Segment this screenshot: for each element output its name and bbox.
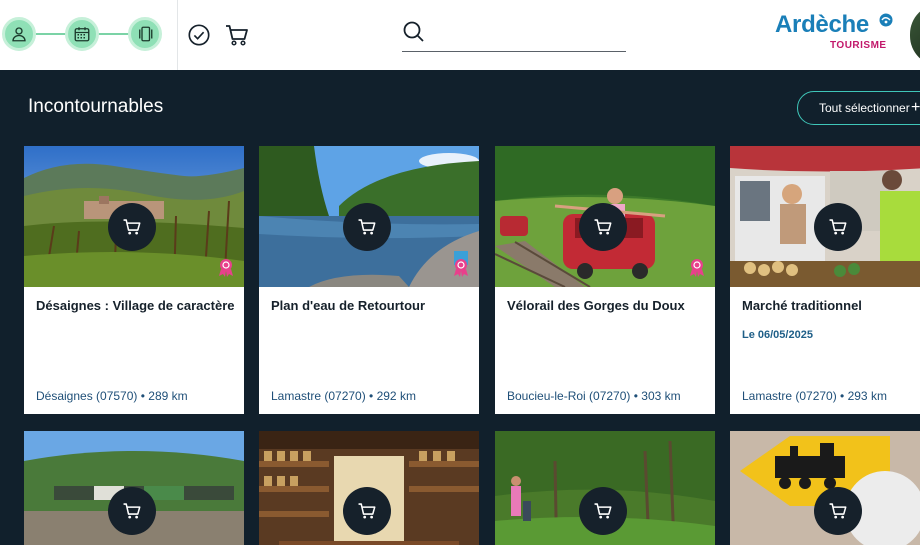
card-title: Désaignes : Village de caractère: [36, 298, 235, 313]
search-bar: [402, 18, 626, 52]
cart-icon: [226, 25, 248, 46]
logo-brand: Ardèche: [775, 11, 869, 38]
step-connector: [98, 33, 132, 35]
card-location: Désaignes (07570) • 289 km: [36, 389, 188, 403]
card-location: Lamastre (07270) • 292 km: [271, 389, 416, 403]
add-to-cart-button[interactable]: [343, 487, 391, 535]
cart-icon: [829, 503, 847, 519]
cart-icon: [358, 219, 376, 235]
cart-icon: [829, 219, 847, 235]
award-icon: [454, 259, 468, 277]
add-to-cart-button[interactable]: [579, 203, 627, 251]
plus-icon: +: [911, 99, 920, 116]
ardeche-logo[interactable]: Ardèche TOURISME: [775, 11, 895, 55]
search-input[interactable]: [434, 20, 622, 46]
section-title: Incontournables: [28, 96, 164, 117]
card-forest[interactable]: [495, 431, 715, 545]
card-shop[interactable]: [259, 431, 479, 545]
add-to-cart-button[interactable]: [814, 203, 862, 251]
cart-icon: [594, 503, 612, 519]
validate-button[interactable]: [186, 22, 212, 48]
select-all-label: Tout sélectionner: [819, 100, 910, 115]
logo-mark-icon: [879, 13, 893, 27]
add-to-cart-button[interactable]: [108, 203, 156, 251]
card-title: Vélorail des Gorges du Doux: [507, 298, 685, 313]
step-profile-button[interactable]: [2, 17, 36, 51]
card-location: Lamastre (07270) • 293 km: [742, 389, 887, 403]
award-icon: [219, 259, 233, 277]
add-to-cart-button[interactable]: [343, 203, 391, 251]
card-railway-viaduct[interactable]: [24, 431, 244, 545]
card-date: Le 06/05/2025: [742, 329, 813, 341]
cart-button[interactable]: [224, 22, 250, 48]
step-connector: [36, 33, 68, 35]
cards-icon: [139, 26, 153, 42]
avatar[interactable]: [910, 4, 920, 66]
cart-icon: [123, 219, 141, 235]
user-icon: [12, 27, 26, 42]
card-velorail[interactable]: Vélorail des Gorges du Doux Boucieu-le-R…: [495, 146, 715, 414]
cart-icon: [594, 219, 612, 235]
add-to-cart-button[interactable]: [814, 487, 862, 535]
step-selection-button[interactable]: [128, 17, 162, 51]
cart-icon: [358, 503, 376, 519]
card-title: Plan d'eau de Retourtour: [271, 298, 426, 313]
card-location: Boucieu-le-Roi (07270) • 303 km: [507, 389, 681, 403]
cart-icon: [123, 503, 141, 519]
card-train-sign[interactable]: [730, 431, 920, 545]
select-all-button[interactable]: Tout sélectionner +: [797, 91, 920, 125]
card-desaignes[interactable]: Désaignes : Village de caractère Désaign…: [24, 146, 244, 414]
search-icon[interactable]: [402, 20, 426, 44]
top-header: Ardèche TOURISME: [0, 0, 920, 70]
add-to-cart-button[interactable]: [108, 487, 156, 535]
award-icon: [690, 259, 704, 277]
card-marche[interactable]: Marché traditionnel Le 06/05/2025 Lamast…: [730, 146, 920, 414]
check-circle-icon: [188, 24, 210, 46]
step-navigation: [0, 0, 178, 70]
card-title: Marché traditionnel: [742, 298, 862, 313]
add-to-cart-button[interactable]: [579, 487, 627, 535]
calendar-icon: [74, 27, 90, 42]
step-dates-button[interactable]: [65, 17, 99, 51]
logo-subtitle: TOURISME: [830, 40, 887, 51]
card-plan-d-eau[interactable]: Plan d'eau de Retourtour Lamastre (07270…: [259, 146, 479, 414]
